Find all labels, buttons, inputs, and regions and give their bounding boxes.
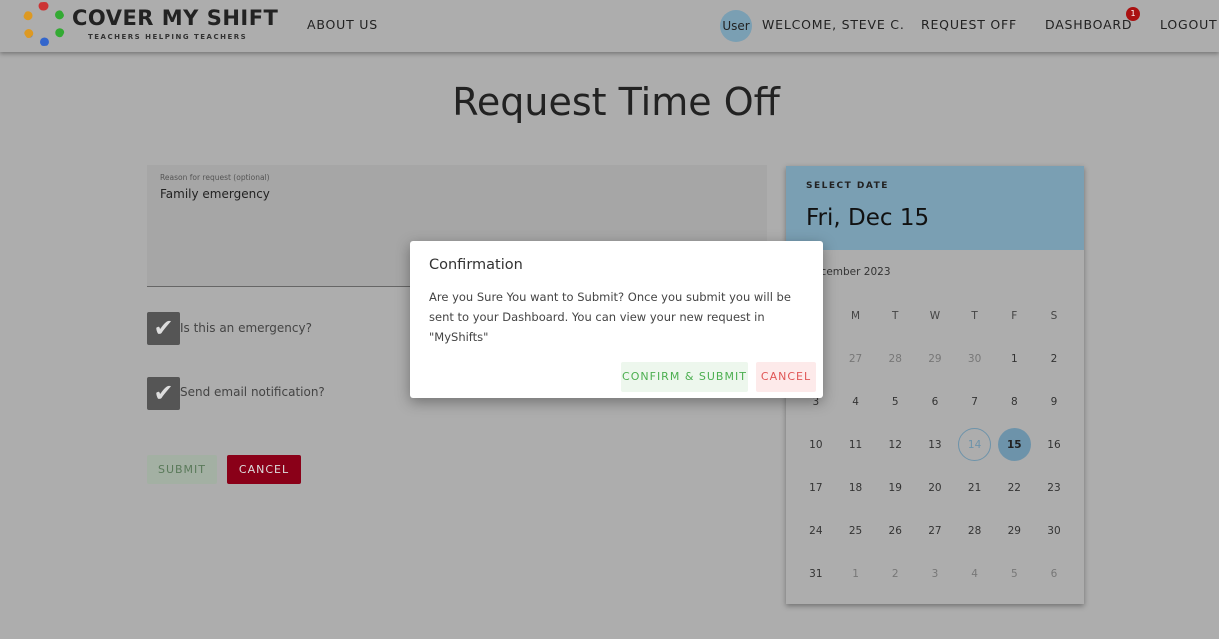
- dialog-cancel-button[interactable]: CANCEL: [756, 362, 816, 392]
- day-cell[interactable]: 22: [994, 466, 1034, 509]
- dialog-title: Confirmation: [429, 257, 523, 273]
- day-outside-month[interactable]: 3: [915, 552, 955, 595]
- date-picker-header: SELECT DATE Fri, Dec 15: [786, 166, 1084, 250]
- nav-dashboard[interactable]: DASHBOARD: [1045, 17, 1132, 32]
- day-cell[interactable]: 26: [875, 509, 915, 552]
- weekday-header: S: [1050, 309, 1058, 322]
- day-cell[interactable]: 1: [994, 337, 1034, 380]
- day-outside-month[interactable]: 6: [1034, 552, 1074, 595]
- day-cell[interactable]: 14: [955, 423, 995, 466]
- weekday-header: W: [929, 309, 941, 322]
- day-cell[interactable]: 29: [994, 509, 1034, 552]
- day-cell[interactable]: 28: [955, 509, 995, 552]
- day-outside-month[interactable]: 1: [836, 552, 876, 595]
- emergency-checkbox[interactable]: ✔: [147, 312, 180, 345]
- top-nav: COVER MY SHIFT TEACHERS HELPING TEACHERS…: [0, 0, 1219, 52]
- day-cell[interactable]: 31: [796, 552, 836, 595]
- logo-icon[interactable]: [22, 2, 66, 46]
- day-cell[interactable]: 9: [1034, 380, 1074, 423]
- welcome-text: WELCOME, STEVE C.: [762, 17, 905, 32]
- page-title: Request Time Off: [452, 80, 780, 124]
- day-cell[interactable]: 12: [875, 423, 915, 466]
- day-outside-month[interactable]: 27: [836, 337, 876, 380]
- select-date-label: SELECT DATE: [806, 181, 889, 191]
- selected-date-display: Fri, Dec 15: [806, 205, 930, 231]
- weekday-header: T: [971, 309, 978, 322]
- weekday-header: F: [1011, 309, 1018, 322]
- day-cell[interactable]: 4: [836, 380, 876, 423]
- confirm-submit-button[interactable]: CONFIRM & SUBMIT: [621, 362, 748, 392]
- email-notification-label: Send email notification?: [180, 385, 325, 399]
- day-cell[interactable]: 24: [796, 509, 836, 552]
- nav-about-us[interactable]: ABOUT US: [307, 17, 378, 32]
- calendar-grid: SMTWTFS262728293012345678910111213141516…: [796, 294, 1074, 595]
- submit-button[interactable]: SUBMIT: [147, 455, 217, 484]
- day-cell[interactable]: 23: [1034, 466, 1074, 509]
- weekday-header: M: [851, 309, 861, 322]
- date-picker: SELECT DATE Fri, Dec 15 December 2023 SM…: [786, 166, 1084, 604]
- day-outside-month[interactable]: 4: [955, 552, 995, 595]
- day-cell[interactable]: 27: [915, 509, 955, 552]
- day-cell[interactable]: 10: [796, 423, 836, 466]
- selected-day[interactable]: 15: [994, 423, 1034, 466]
- day-outside-month[interactable]: 2: [875, 552, 915, 595]
- nav-logout[interactable]: LOGOUT: [1160, 17, 1217, 32]
- day-cell[interactable]: 13: [915, 423, 955, 466]
- confirmation-dialog: Confirmation Are you Sure You want to Su…: [410, 241, 823, 398]
- reason-label: Reason for request (optional): [160, 173, 270, 182]
- reason-value[interactable]: Family emergency: [160, 187, 270, 201]
- dialog-message: Are you Sure You want to Submit? Once yo…: [429, 290, 791, 344]
- day-cell[interactable]: 8: [994, 380, 1034, 423]
- day-outside-month[interactable]: 28: [875, 337, 915, 380]
- day-cell[interactable]: 30: [1034, 509, 1074, 552]
- day-cell[interactable]: 21: [955, 466, 995, 509]
- day-outside-month[interactable]: 30: [955, 337, 995, 380]
- email-notification-checkbox[interactable]: ✔: [147, 377, 180, 410]
- emergency-label: Is this an emergency?: [180, 321, 312, 335]
- day-cell[interactable]: 5: [875, 380, 915, 423]
- day-cell[interactable]: 16: [1034, 423, 1074, 466]
- brand-name[interactable]: COVER MY SHIFT: [72, 6, 278, 30]
- day-cell[interactable]: 17: [796, 466, 836, 509]
- brand-tagline: TEACHERS HELPING TEACHERS: [88, 33, 248, 41]
- day-cell[interactable]: 6: [915, 380, 955, 423]
- day-cell[interactable]: 2: [1034, 337, 1074, 380]
- day-cell[interactable]: 20: [915, 466, 955, 509]
- day-cell[interactable]: 7: [955, 380, 995, 423]
- day-cell[interactable]: 18: [836, 466, 876, 509]
- day-outside-month[interactable]: 29: [915, 337, 955, 380]
- day-cell[interactable]: 11: [836, 423, 876, 466]
- nav-request-off[interactable]: REQUEST OFF: [921, 17, 1017, 32]
- selected-day-marker: 15: [997, 428, 1031, 461]
- notification-badge: 1: [1126, 7, 1140, 21]
- today-marker: 14: [958, 428, 992, 461]
- day-cell[interactable]: 19: [875, 466, 915, 509]
- weekday-header: T: [892, 309, 899, 322]
- cancel-button[interactable]: CANCEL: [227, 455, 301, 484]
- day-outside-month[interactable]: 5: [994, 552, 1034, 595]
- avatar[interactable]: User: [720, 10, 752, 42]
- day-cell[interactable]: 25: [836, 509, 876, 552]
